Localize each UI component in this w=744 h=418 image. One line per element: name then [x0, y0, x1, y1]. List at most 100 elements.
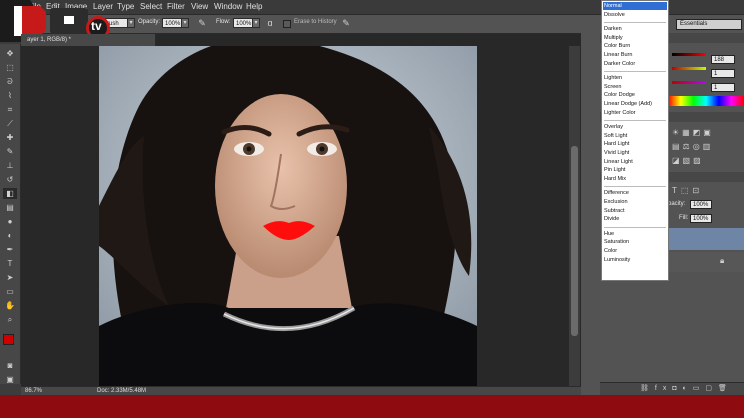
opacity-dropdown[interactable]: ▾	[181, 18, 189, 28]
green-slider[interactable]	[672, 67, 706, 70]
blend-item-soft-light[interactable]: Soft Light	[604, 133, 627, 139]
blend-item-pin-light[interactable]: Pin Light	[604, 167, 625, 173]
clone-stamp-tool-icon[interactable]: ⊥	[3, 160, 17, 171]
erase-history-label: Erase to History	[294, 19, 337, 25]
adjustment-icons-row2[interactable]: ▤⚖◎▥	[672, 142, 713, 151]
background-layer-row[interactable]	[668, 252, 744, 272]
blend-item-darken[interactable]: Darken	[604, 26, 622, 32]
blend-item-difference[interactable]: Difference	[604, 190, 629, 196]
menu-window[interactable]: Window	[214, 2, 242, 11]
blur-tool-icon[interactable]: ●	[3, 216, 17, 227]
layer-filter-icons[interactable]: T⬚⊡	[672, 186, 703, 195]
quick-mask-icon[interactable]: ◙	[3, 360, 17, 371]
menu-type[interactable]: Type	[117, 2, 134, 11]
blend-item-hard-mix[interactable]: Hard Mix	[604, 176, 626, 182]
blend-item-normal[interactable]: Normal	[604, 3, 622, 9]
crop-tool-icon[interactable]: ⌗	[3, 104, 17, 115]
hand-tool-icon[interactable]: ✋	[3, 300, 17, 311]
layers-opacity-label: pacity:	[668, 201, 686, 207]
flow-field[interactable]: 100%	[233, 18, 253, 28]
vertical-scroll-thumb[interactable]	[571, 146, 578, 336]
color-spectrum[interactable]	[668, 96, 744, 106]
blend-separator	[604, 186, 666, 188]
layers-fill-label: Fill:	[679, 215, 689, 221]
blue-value-field[interactable]: 1	[711, 83, 735, 92]
blend-item-luminosity[interactable]: Luminosity	[604, 257, 630, 263]
type-tool-icon[interactable]: T	[3, 258, 17, 269]
blend-item-vivid-light[interactable]: Vivid Light	[604, 150, 629, 156]
blend-item-divide[interactable]: Divide	[604, 216, 619, 222]
logo-tv-text: tv	[91, 19, 102, 33]
layer-lock-icon: 🔒︎	[720, 256, 725, 265]
eyedropper-tool-icon[interactable]: ⟋	[3, 118, 17, 129]
blend-item-subtract[interactable]: Subtract	[604, 208, 624, 214]
blend-item-color[interactable]: Color	[604, 248, 617, 254]
history-brush-tool-icon[interactable]: ↺	[3, 174, 17, 185]
adjustment-icons-row1[interactable]: ☀▦◩▣	[672, 128, 714, 137]
blend-item-linear-dodge-add[interactable]: Linear Dodge (Add)	[604, 101, 652, 107]
menu-view[interactable]: View	[191, 2, 208, 11]
blend-item-overlay[interactable]: Overlay	[604, 124, 623, 130]
green-value-field[interactable]: 1	[711, 69, 735, 78]
adjustment-icons-row3[interactable]: ◪▧▨	[672, 156, 704, 165]
healing-brush-tool-icon[interactable]: ✚	[3, 132, 17, 143]
document-tab[interactable]: ayer 1, RGB/8) *	[21, 34, 156, 46]
airbrush-icon[interactable]: ɑ	[264, 18, 276, 29]
pen-pressure-size-icon[interactable]: ✎	[340, 18, 352, 29]
foreground-color-swatch[interactable]	[3, 334, 14, 345]
blend-item-saturation[interactable]: Saturation	[604, 239, 629, 245]
gradient-tool-icon[interactable]: ▤	[3, 202, 17, 213]
blend-item-multiply[interactable]: Multiply	[604, 35, 623, 41]
tools-panel: ✥ ⬚ ᘐ ⌇ ⌗ ⟋ ✚ ✎ ⊥ ↺ ◧ ▤ ● ◐ ✒ T ➤ ▭ ✋ ⌕ …	[0, 44, 21, 384]
footer-band	[0, 395, 744, 418]
blend-item-screen[interactable]: Screen	[604, 84, 621, 90]
blend-item-color-burn[interactable]: Color Burn	[604, 43, 630, 49]
pen-pressure-opacity-icon[interactable]: ✎	[196, 18, 208, 29]
red-value-field[interactable]: 188	[711, 55, 735, 64]
dodge-tool-icon[interactable]: ◐	[3, 230, 17, 241]
blend-item-lighten[interactable]: Lighten	[604, 75, 622, 81]
layers-fill-field[interactable]: 100%	[690, 214, 712, 223]
erase-history-checkbox[interactable]	[283, 20, 291, 28]
pen-tool-icon[interactable]: ✒	[3, 244, 17, 255]
lasso-tool-icon[interactable]: ᘐ	[3, 76, 17, 87]
zoom-tool-icon[interactable]: ⌕	[3, 314, 17, 325]
blend-item-linear-light[interactable]: Linear Light	[604, 159, 633, 165]
path-select-tool-icon[interactable]: ➤	[3, 272, 17, 283]
blend-item-color-dodge[interactable]: Color Dodge	[604, 92, 635, 98]
move-tool-icon[interactable]: ✥	[3, 48, 17, 59]
shape-tool-icon[interactable]: ▭	[3, 286, 17, 297]
blend-item-darker-color[interactable]: Darker Color	[604, 61, 635, 67]
blend-item-lighter-color[interactable]: Lighter Color	[604, 110, 636, 116]
blend-mode-dropdown[interactable]: Normal Dissolve Darken Multiply Color Burn Li…	[601, 0, 669, 281]
blend-item-linear-burn[interactable]: Linear Burn	[604, 52, 632, 58]
image-canvas[interactable]	[99, 46, 477, 386]
red-slider[interactable]	[672, 53, 706, 56]
blend-item-hard-light[interactable]: Hard Light	[604, 141, 629, 147]
blend-item-hue[interactable]: Hue	[604, 231, 614, 237]
layer-1-row[interactable]	[668, 228, 744, 250]
screen-mode-icon[interactable]: ▣	[3, 374, 17, 385]
blend-separator	[604, 22, 666, 24]
vertical-scrollbar[interactable]	[569, 46, 580, 386]
blend-item-exclusion[interactable]: Exclusion	[604, 199, 628, 205]
menu-select[interactable]: Select	[140, 2, 162, 11]
opacity-label: Opacity:	[138, 19, 161, 25]
blend-separator	[604, 71, 666, 73]
brush-tool-icon[interactable]: ✎	[3, 146, 17, 157]
blue-slider[interactable]	[672, 81, 706, 84]
menu-filter[interactable]: Filter	[167, 2, 185, 11]
layers-opacity-field[interactable]: 100%	[690, 200, 712, 209]
flow-dropdown[interactable]: ▾	[252, 18, 260, 28]
blend-separator	[604, 226, 666, 228]
blend-item-dissolve[interactable]: Dissolve	[604, 12, 625, 18]
eraser-tool-icon[interactable]: ◧	[3, 188, 17, 199]
quick-select-tool-icon[interactable]: ⌇	[3, 90, 17, 101]
layer-action-icons[interactable]: ⛓fx◘◐▭▢🗑︎	[640, 384, 733, 392]
logo-letter: I	[16, 9, 22, 31]
brush-preset-dropdown[interactable]: ▾	[127, 18, 135, 28]
marquee-tool-icon[interactable]: ⬚	[3, 62, 17, 73]
workspace-switcher[interactable]: Essentials	[676, 19, 742, 30]
opacity-field[interactable]: 100%	[162, 18, 182, 28]
menu-help[interactable]: Help	[246, 2, 262, 11]
